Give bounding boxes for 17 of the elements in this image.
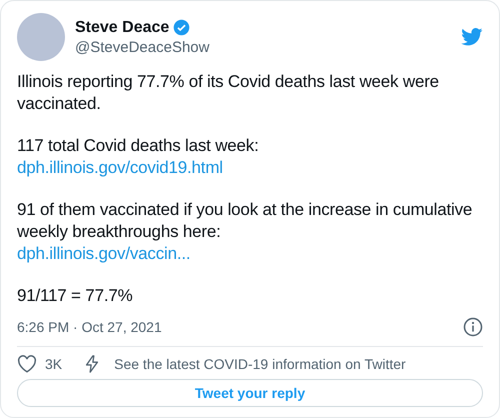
info-icon[interactable] — [463, 317, 483, 337]
lightning-icon — [84, 355, 100, 373]
covid-info-link[interactable]: See the latest COVID-19 information on Twitter — [114, 356, 406, 372]
heart-icon[interactable] — [17, 355, 37, 373]
bird-logo-icon — [461, 28, 483, 46]
tweet-text: Illinois reporting 77.7% of its Covid deaths last week were vaccinated. — [17, 71, 440, 115]
tweet-text: 117 total Covid deaths last week: — [17, 135, 260, 157]
link[interactable]: dph.illinois.gov/vaccin... — [17, 243, 190, 265]
tweet-reply-button[interactable]: Tweet your reply — [17, 379, 483, 407]
timestamp: 6:26 PM · Oct 27, 2021 — [17, 319, 162, 335]
tweet-text: 91 of them vaccinated if you look at the increase in cumulative weekly breakthroughs here: — [17, 199, 474, 243]
tweet-text: 91/117 = 77.7% — [17, 285, 134, 307]
author-name: Steve Deace — [75, 18, 170, 36]
like-count: 3K — [45, 356, 62, 372]
author-handle: @SteveDeaceShow — [75, 38, 210, 56]
avatar — [17, 13, 65, 61]
link[interactable]: dph.illinois.gov/covid19.html — [17, 157, 223, 179]
